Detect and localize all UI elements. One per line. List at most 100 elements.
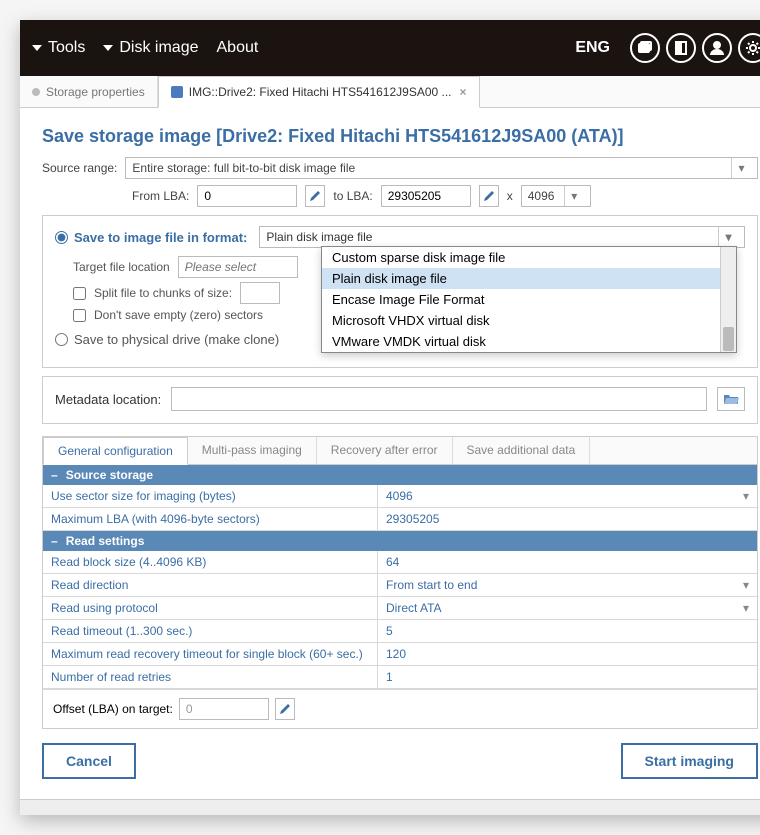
- menu-disk-image[interactable]: Disk image: [103, 39, 198, 57]
- book-icon-button[interactable]: [666, 33, 696, 63]
- prop-key: Use sector size for imaging (bytes): [43, 485, 378, 507]
- tab-storage-properties[interactable]: Storage properties: [20, 76, 158, 107]
- prop-key: Read block size (4..4096 KB): [43, 551, 378, 573]
- skip-empty-checkbox[interactable]: [73, 309, 86, 322]
- prop-key: Read timeout (1..300 sec.): [43, 620, 378, 642]
- close-icon[interactable]: ×: [460, 85, 467, 99]
- chevron-down-icon: ▾: [743, 489, 749, 503]
- chevron-down-icon: [32, 45, 42, 51]
- collapse-icon: –: [51, 468, 58, 482]
- offset-input: [179, 698, 269, 720]
- group-read-settings[interactable]: –Read settings: [43, 531, 757, 551]
- image-format-dropdown: Custom sparse disk image file Plain disk…: [321, 246, 737, 353]
- chevron-down-icon: ▾: [731, 158, 751, 178]
- gear-icon: [745, 40, 760, 56]
- format-option[interactable]: Plain disk image file: [322, 268, 736, 289]
- menu-about[interactable]: About: [217, 39, 259, 57]
- metadata-label: Metadata location:: [55, 392, 161, 407]
- prop-value[interactable]: Direct ATA▾: [378, 597, 757, 619]
- tab-strip: Storage properties IMG::Drive2: Fixed Hi…: [20, 76, 760, 108]
- tab-img-drive2[interactable]: IMG::Drive2: Fixed Hitachi HTS541612J9SA…: [158, 76, 480, 108]
- save-to-file-radio[interactable]: [55, 231, 68, 244]
- prop-value[interactable]: 4096▾: [378, 485, 757, 507]
- target-location-label: Target file location: [73, 260, 170, 274]
- group-label: Source storage: [66, 468, 153, 482]
- source-range-combo[interactable]: Entire storage: full bit-to-bit disk ima…: [125, 157, 758, 179]
- edit-to-lba-button[interactable]: [479, 185, 499, 207]
- menu-disk-image-label: Disk image: [119, 39, 198, 57]
- edit-from-lba-button[interactable]: [305, 185, 325, 207]
- source-range-label: Source range:: [42, 161, 117, 175]
- tab-overflow-button[interactable]: ☰: [752, 76, 760, 107]
- prop-key: Read direction: [43, 574, 378, 596]
- dot-icon: [32, 88, 40, 96]
- format-option[interactable]: Custom sparse disk image file: [322, 247, 736, 268]
- chevron-down-icon: ▾: [743, 601, 749, 615]
- prop-key: Number of read retries: [43, 666, 378, 688]
- save-to-drive-label: Save to physical drive (make clone): [74, 332, 279, 347]
- to-lba-label: to LBA:: [333, 189, 372, 203]
- pencil-icon: [483, 190, 495, 202]
- from-lba-input[interactable]: [197, 185, 297, 207]
- pencil-icon: [279, 703, 291, 715]
- source-range-value: Entire storage: full bit-to-bit disk ima…: [132, 161, 731, 175]
- prop-value[interactable]: From start to end▾: [378, 574, 757, 596]
- split-size-input[interactable]: [240, 282, 280, 304]
- target-location-input[interactable]: [178, 256, 298, 278]
- prop-value[interactable]: 120: [378, 643, 757, 665]
- tab-label: IMG::Drive2: Fixed Hitachi HTS541612J9SA…: [189, 85, 452, 99]
- save-to-drive-radio[interactable]: [55, 333, 68, 346]
- cancel-button[interactable]: Cancel: [42, 743, 136, 779]
- format-option[interactable]: VMware VMDK virtual disk: [322, 331, 736, 352]
- property-grid: –Source storage Use sector size for imag…: [43, 465, 757, 689]
- edit-offset-button[interactable]: [275, 698, 295, 720]
- image-format-value: Plain disk image file: [266, 230, 718, 244]
- book-icon: [673, 40, 689, 56]
- prop-value[interactable]: 5: [378, 620, 757, 642]
- skip-empty-label: Don't save empty (zero) sectors: [94, 308, 263, 322]
- dropdown-scrollbar[interactable]: [720, 247, 736, 352]
- user-icon: [709, 40, 725, 56]
- prop-value[interactable]: 29305205: [378, 508, 757, 530]
- tab-additional[interactable]: Save additional data: [453, 437, 591, 464]
- chevron-down-icon: ▾: [743, 578, 749, 592]
- sector-mult-value: 4096: [528, 189, 564, 203]
- user-icon-button[interactable]: [702, 33, 732, 63]
- from-lba-label: From LBA:: [132, 189, 189, 203]
- tab-label: Storage properties: [46, 85, 145, 99]
- window-icon-button[interactable]: [630, 33, 660, 63]
- prop-key: Read using protocol: [43, 597, 378, 619]
- to-lba-input[interactable]: [381, 185, 471, 207]
- prop-value[interactable]: 64: [378, 551, 757, 573]
- chevron-down-icon: [103, 45, 113, 51]
- split-file-label: Split file to chunks of size:: [94, 286, 232, 300]
- tab-recovery[interactable]: Recovery after error: [317, 437, 453, 464]
- chevron-down-icon: ▾: [564, 186, 584, 206]
- horizontal-scrollbar[interactable]: [20, 799, 760, 815]
- image-format-combo[interactable]: Plain disk image file ▾: [259, 226, 745, 248]
- split-file-checkbox[interactable]: [73, 287, 86, 300]
- settings-icon-button[interactable]: [738, 33, 760, 63]
- start-imaging-button[interactable]: Start imaging: [621, 743, 758, 779]
- metadata-panel: Metadata location:: [42, 376, 758, 424]
- format-option[interactable]: Microsoft VHDX virtual disk: [322, 310, 736, 331]
- prop-key: Maximum LBA (with 4096-byte sectors): [43, 508, 378, 530]
- tab-general-config[interactable]: General configuration: [43, 437, 188, 465]
- language-button[interactable]: ENG: [575, 39, 610, 57]
- pencil-icon: [309, 190, 321, 202]
- group-source-storage[interactable]: –Source storage: [43, 465, 757, 485]
- dialog-title: Save storage image [Drive2: Fixed Hitach…: [42, 126, 758, 147]
- sector-mult-combo[interactable]: 4096 ▾: [521, 185, 591, 207]
- top-toolbar: Tools Disk image About ENG: [20, 20, 760, 76]
- prop-value[interactable]: 1: [378, 666, 757, 688]
- tab-multipass[interactable]: Multi-pass imaging: [188, 437, 317, 464]
- browse-metadata-button[interactable]: [717, 387, 745, 411]
- group-label: Read settings: [66, 534, 145, 548]
- cards-icon: [637, 40, 653, 56]
- chevron-down-icon: ▾: [718, 227, 738, 247]
- collapse-icon: –: [51, 534, 58, 548]
- format-option[interactable]: Encase Image File Format: [322, 289, 736, 310]
- metadata-path-input[interactable]: [171, 387, 707, 411]
- menu-tools[interactable]: Tools: [32, 39, 85, 57]
- prop-key: Maximum read recovery timeout for single…: [43, 643, 378, 665]
